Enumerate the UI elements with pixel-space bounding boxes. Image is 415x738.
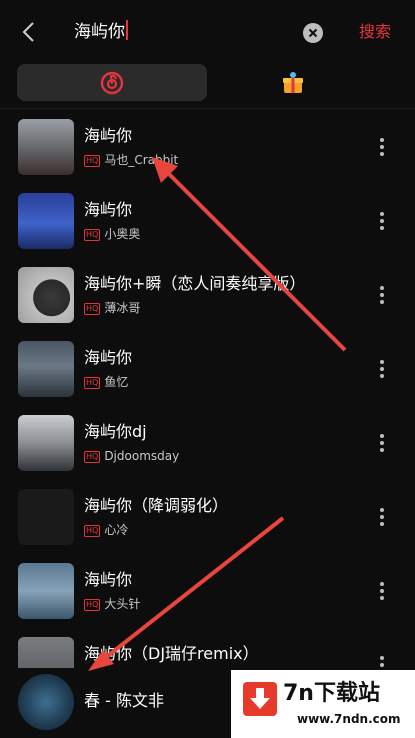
gift-box-icon	[283, 72, 303, 93]
more-options-button[interactable]	[378, 656, 386, 668]
search-bar: 海屿你 搜索	[0, 0, 415, 64]
list-item[interactable]: 海屿你+瞬（恋人间奏纯享版） HQ 薄冰哥	[0, 260, 415, 334]
hq-badge: HQ	[84, 377, 101, 389]
song-title: 海屿你+瞬（恋人间奏纯享版）	[84, 274, 306, 293]
hq-badge: HQ	[84, 599, 101, 611]
song-meta: HQ 大头针	[84, 596, 140, 612]
song-meta: HQ Djdoomsday	[84, 448, 179, 464]
artist-name: 薄冰哥	[104, 301, 141, 315]
artist-name: 鱼忆	[104, 375, 129, 389]
song-meta: HQ 鱼忆	[84, 374, 128, 390]
download-logo-icon	[243, 682, 277, 716]
more-options-button[interactable]	[378, 360, 386, 380]
song-meta: HQ 心冷	[84, 522, 128, 538]
now-playing-cover	[18, 674, 74, 730]
search-input[interactable]: 海屿你	[74, 20, 128, 44]
artist-name: 马也_Crabbit	[104, 153, 179, 167]
hq-badge: HQ	[84, 525, 101, 537]
song-title: 海屿你	[84, 200, 133, 219]
tab-gift[interactable]	[280, 70, 306, 96]
album-cover	[18, 267, 74, 323]
text-caret	[126, 20, 128, 40]
more-options-button[interactable]	[378, 434, 386, 454]
more-options-button[interactable]	[378, 582, 386, 602]
list-item[interactable]: 海屿你 HQ 马也_Crabbit	[0, 112, 415, 186]
clear-search-button[interactable]	[303, 23, 323, 43]
song-title: 海屿你	[84, 570, 133, 589]
hq-badge: HQ	[84, 303, 101, 315]
back-button[interactable]	[18, 20, 40, 44]
more-options-button[interactable]	[378, 508, 386, 528]
tab-netease[interactable]	[17, 64, 207, 101]
search-query-text: 海屿你	[74, 22, 125, 42]
album-cover	[18, 415, 74, 471]
more-options-button[interactable]	[378, 212, 386, 232]
hq-badge: HQ	[84, 229, 101, 241]
more-options-button[interactable]	[378, 138, 386, 158]
clear-x-icon	[308, 28, 318, 38]
hq-badge: HQ	[84, 451, 101, 463]
song-title: 海屿你（DJ瑞仔remix）	[84, 644, 259, 663]
artist-name: 大头针	[104, 597, 141, 611]
list-item[interactable]: 海屿你dj HQ Djdoomsday	[0, 408, 415, 482]
netease-music-icon	[100, 71, 124, 95]
album-cover	[18, 119, 74, 175]
back-arrow-icon	[22, 22, 34, 42]
source-tabs	[0, 64, 415, 108]
results-list: 海屿你 HQ 马也_Crabbit 海屿你 HQ 小奥奥 海屿你+瞬（恋人间奏纯享版…	[0, 112, 415, 668]
song-title: 海屿你	[84, 348, 133, 367]
list-item[interactable]: 海屿你（降调弱化） HQ 心冷	[0, 482, 415, 556]
song-meta: HQ 小奥奥	[84, 226, 140, 242]
song-meta: HQ 薄冰哥	[84, 300, 140, 316]
list-item[interactable]: 海屿你 HQ 鱼忆	[0, 334, 415, 408]
album-cover	[18, 489, 74, 545]
hq-badge: HQ	[84, 155, 101, 167]
song-title: 海屿你	[84, 126, 133, 145]
divider	[0, 108, 415, 109]
list-item[interactable]: 海屿你 HQ 大头针	[0, 556, 415, 630]
album-cover	[18, 637, 74, 668]
song-title: 海屿你dj	[84, 422, 147, 441]
list-item[interactable]: 海屿你（DJ瑞仔remix）	[0, 630, 415, 668]
artist-name: 心冷	[104, 523, 129, 537]
now-playing-title: 春 - 陈文非	[84, 691, 164, 710]
watermark-name: 7n下载站	[283, 681, 380, 706]
album-cover	[18, 563, 74, 619]
song-meta: HQ 马也_Crabbit	[84, 152, 178, 168]
watermark: 7n下载站 www.7ndn.com	[231, 670, 415, 738]
more-options-button[interactable]	[378, 286, 386, 306]
watermark-url: www.7ndn.com	[297, 712, 401, 726]
search-button[interactable]: 搜索	[359, 21, 391, 43]
artist-name: 小奥奥	[104, 227, 141, 241]
artist-name: Djdoomsday	[104, 449, 180, 463]
album-cover	[18, 341, 74, 397]
album-cover	[18, 193, 74, 249]
list-item[interactable]: 海屿你 HQ 小奥奥	[0, 186, 415, 260]
song-title: 海屿你（降调弱化）	[84, 496, 229, 515]
